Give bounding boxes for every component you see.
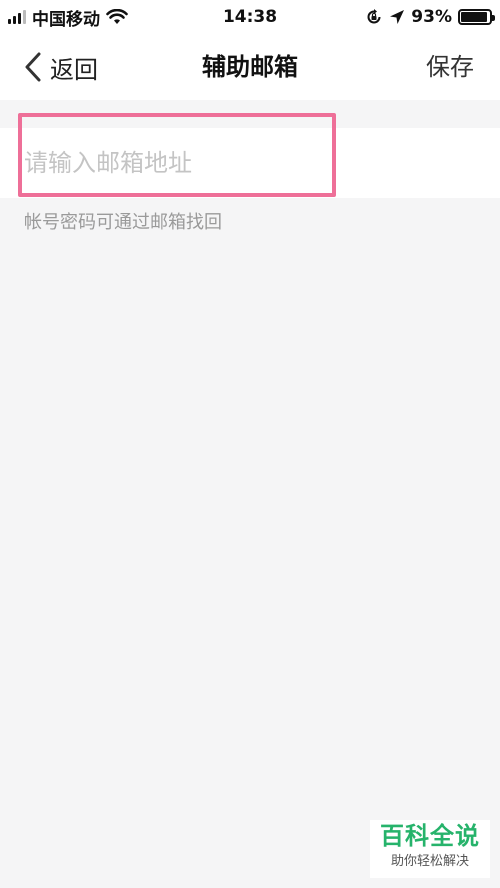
- hint-text: 帐号密码可通过邮箱找回: [24, 212, 222, 233]
- carrier-label: 中国移动: [32, 9, 100, 30]
- back-button[interactable]: 返回: [22, 34, 98, 100]
- orientation-lock-icon: [367, 9, 381, 24]
- nav-bar: 返回 辅助邮箱 保存: [0, 34, 500, 100]
- battery-icon: [458, 9, 495, 25]
- location-arrow-icon: [390, 10, 405, 24]
- watermark-sub: 助你轻松解决: [390, 854, 469, 869]
- wifi-icon: [106, 9, 128, 24]
- status-right: 93%: [365, 0, 495, 34]
- back-chevron-icon: [25, 52, 41, 82]
- save-button[interactable]: 保存: [426, 34, 474, 100]
- email-input[interactable]: [24, 138, 424, 188]
- status-bar: 中国移动 14:38 93%: [0, 0, 500, 34]
- status-left: 中国移动: [8, 0, 128, 34]
- back-label: 返回: [50, 55, 98, 84]
- watermark-main: 百科全说: [380, 822, 480, 850]
- watermark-logo: 百科全说 助你轻松解决: [370, 820, 490, 878]
- battery-percent: 93%: [411, 7, 452, 27]
- signal-icon: [8, 10, 26, 24]
- email-input-row: [0, 128, 500, 198]
